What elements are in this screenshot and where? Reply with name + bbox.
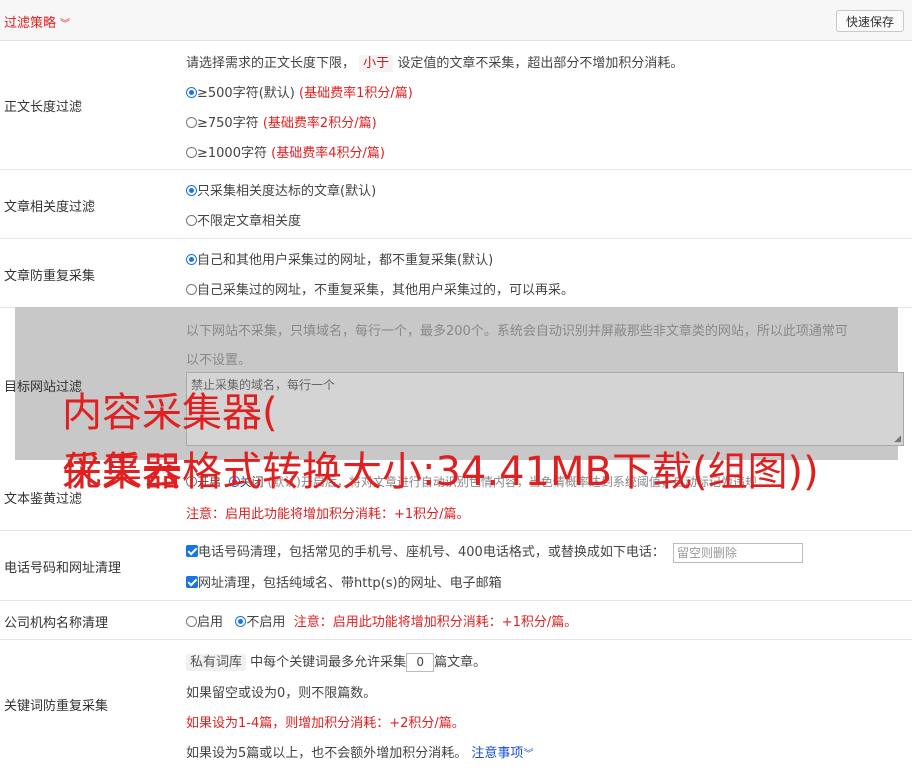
less-than-badge: 小于	[359, 55, 394, 72]
option-label: 不限定文章相关度	[197, 214, 302, 229]
relevance-option-unlimited[interactable]: 不限定文章相关度	[186, 210, 301, 229]
checkbox-checked-icon[interactable]	[186, 545, 198, 557]
private-lexicon-badge[interactable]: 私有词库	[186, 654, 247, 671]
company-clean-note: 注意：启用此功能将增加积分消耗：+1积分/篇。	[293, 615, 578, 630]
relevance-filter-label: 文章相关度过滤	[4, 200, 96, 215]
radio-icon[interactable]	[186, 117, 197, 128]
notice-link[interactable]: 注意事项︾	[471, 746, 533, 761]
length-option-500[interactable]: ≥500字符(默认) (基础费率1积分/篇)	[186, 82, 413, 101]
length-filter-section: 正文长度过滤 请选择需求的正文长度下限， 小于 设定值的文章不采集，超出部分不增…	[0, 40, 912, 170]
keyword-rule-3-text: 如果设为5篇或以上，也不会额外增加积分消耗。	[186, 746, 468, 761]
site-filter-desc-1: 以下网站不采集，只填域名，每行一个，最多200个。系统会自动识别并屏蔽那些非文章…	[186, 324, 848, 339]
relevance-filter-section: 文章相关度过滤 只采集相关度达标的文章(默认) 不限定文章相关度	[0, 170, 912, 239]
radio-icon[interactable]	[186, 284, 197, 295]
phone-url-clean-label: 电话号码和网址清理	[4, 561, 122, 576]
quick-save-button[interactable]: 快速保存	[836, 10, 904, 32]
radio-selected-icon[interactable]	[186, 87, 197, 98]
keyword-limit-line: 私有词库 中每个关键词最多允许采集 0 篇文章。	[186, 651, 486, 672]
chevron-down-icon: ︾	[60, 19, 71, 30]
option-label: 只采集相关度达标的文章(默认)	[197, 184, 377, 199]
blocked-domains-textarea[interactable]: 禁止采集的域名，每行一个 ◢	[186, 372, 904, 446]
section-title-text: 过滤策略	[4, 16, 57, 31]
option-note: (基础费率4积分/篇)	[271, 146, 385, 161]
company-clean-options: 启用 不启用 注意：启用此功能将增加积分消耗：+1积分/篇。	[186, 611, 577, 630]
radio-selected-icon[interactable]	[186, 185, 197, 196]
replacement-phone-input[interactable]: 留空则删除	[672, 542, 803, 563]
length-option-750[interactable]: ≥750字符 (基础费率2积分/篇)	[186, 112, 377, 131]
keyword-dedupe-label: 关键词防重复采集	[4, 699, 109, 714]
keyword-limit-suffix: 篇文章。	[434, 655, 487, 670]
max-articles-input[interactable]: 0	[406, 653, 435, 672]
keyword-limit-text: 中每个关键词最多允许采集	[250, 655, 407, 670]
watermark-line-1: 内容采集器(	[62, 390, 278, 436]
phone-clean-text: 电话号码清理，包括常见的手机号、座机号、400电话格式，或替换成如下电话：	[198, 545, 665, 560]
dedupe-option-all[interactable]: 自己和其他用户采集过的网址，都不重复采集(默认)	[186, 249, 493, 268]
company-clean-section: 公司机构名称清理 启用 不启用 注意：启用此功能将增加积分消耗：+1积分/篇。	[0, 601, 912, 640]
resize-handle-icon[interactable]: ◢	[894, 434, 901, 444]
porn-filter-note: 注意：启用此功能将增加积分消耗：+1积分/篇。	[186, 507, 470, 522]
keyword-rule-1: 如果留空或设为0，则不限篇数。	[186, 686, 377, 701]
radio-icon[interactable]	[186, 147, 197, 158]
length-filter-label: 正文长度过滤	[4, 100, 83, 115]
radio-selected-icon[interactable]	[235, 616, 247, 627]
desc-text: 请选择需求的正文长度下限，	[186, 56, 356, 71]
option-off-label: 不启用	[246, 615, 286, 630]
company-clean-label: 公司机构名称清理	[4, 616, 109, 631]
option-on-label: 启用	[197, 615, 224, 630]
length-option-1000[interactable]: ≥1000字符 (基础费率4积分/篇)	[186, 142, 385, 161]
phone-url-clean-section: 电话号码和网址清理 电话号码清理，包括常见的手机号、座机号、400电话格式，或替…	[0, 531, 912, 601]
option-label: ≥1000字符	[197, 146, 267, 161]
option-label: ≥750字符	[197, 116, 259, 131]
option-note: (基础费率2积分/篇)	[262, 116, 377, 131]
radio-selected-icon[interactable]	[186, 254, 197, 265]
keyword-rule-2: 如果设为1-4篇，则增加积分消耗：+2积分/篇。	[186, 716, 465, 731]
filter-strategy-header: 过滤策略 ︾ 快速保存	[0, 0, 912, 41]
desc-text-after: 设定值的文章不采集，超出部分不增加积分消耗。	[397, 56, 684, 71]
notice-link-text: 注意事项	[471, 746, 524, 761]
length-filter-desc: 请选择需求的正文长度下限， 小于 设定值的文章不采集，超出部分不增加积分消耗。	[186, 52, 684, 72]
option-label: 自己和其他用户采集过的网址，都不重复采集(默认)	[197, 253, 494, 268]
dedupe-label: 文章防重复采集	[4, 269, 96, 284]
url-clean-option[interactable]: 网址清理，包括纯域名、带http(s)的网址、电子邮箱	[186, 572, 502, 591]
relevance-option-qualified[interactable]: 只采集相关度达标的文章(默认)	[186, 180, 376, 199]
checkbox-checked-icon[interactable]	[186, 576, 198, 588]
radio-icon[interactable]	[186, 215, 197, 226]
dedupe-option-self[interactable]: 自己采集过的网址，不重复采集，其他用户采集过的，可以再采。	[186, 279, 574, 298]
url-clean-text: 网址清理，包括纯域名、带http(s)的网址、电子邮箱	[198, 576, 502, 591]
keyword-rule-3: 如果设为5篇或以上，也不会额外增加积分消耗。 注意事项︾	[186, 742, 533, 761]
watermark-line-3: 采集器格式转换大小:34.41MB下载(组图))	[62, 449, 819, 495]
option-note: (基础费率1积分/篇)	[299, 86, 413, 101]
chevron-down-icon: ︾	[523, 749, 534, 760]
keyword-dedupe-section: 关键词防重复采集 私有词库 中每个关键词最多允许采集 0 篇文章。 如果留空或设为0…	[0, 640, 912, 768]
section-title[interactable]: 过滤策略 ︾	[4, 12, 70, 31]
radio-icon[interactable]	[186, 616, 197, 627]
phone-clean-option[interactable]: 电话号码清理，包括常见的手机号、座机号、400电话格式，或替换成如下电话： 留空…	[186, 541, 803, 563]
dedupe-section: 文章防重复采集 自己和其他用户采集过的网址，都不重复采集(默认) 自己采集过的网…	[0, 239, 912, 308]
option-label: ≥500字符(默认)	[197, 86, 295, 101]
site-filter-desc-2: 以不设置。	[186, 353, 252, 368]
option-label: 自己采集过的网址，不重复采集，其他用户采集过的，可以再采。	[197, 283, 575, 298]
